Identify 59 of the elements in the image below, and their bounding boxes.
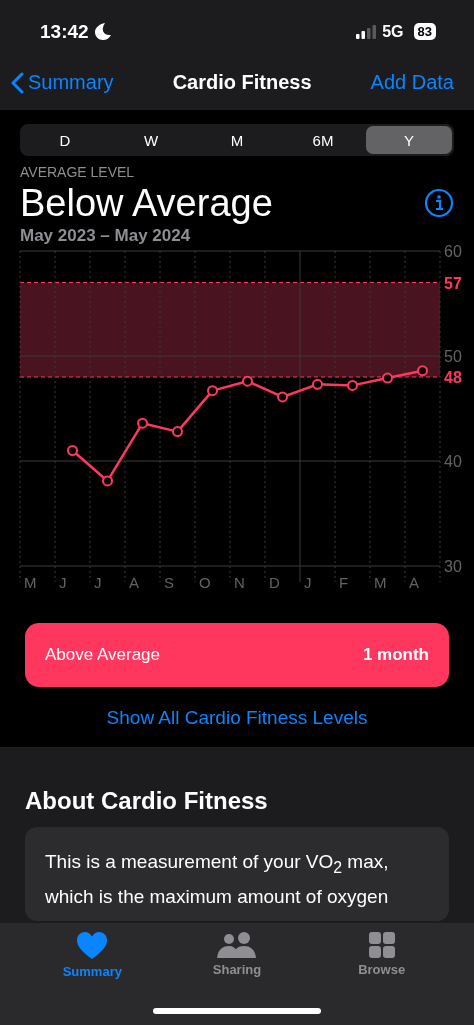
axis-label: 30	[444, 558, 462, 575]
axis-label: D	[269, 574, 280, 590]
data-point	[277, 391, 288, 403]
axis-label: 60	[444, 243, 462, 260]
show-all-link[interactable]: Show All Cardio Fitness Levels	[106, 707, 368, 729]
range-tab[interactable]: Y	[366, 126, 452, 154]
data-point	[347, 379, 358, 391]
axis-label: J	[59, 574, 67, 590]
data-point	[207, 385, 218, 397]
data-point	[242, 375, 253, 387]
summary-caption: AVERAGE LEVEL	[20, 164, 136, 180]
page-title: Cardio Fitness	[172, 71, 312, 94]
data-point	[137, 417, 148, 429]
tab-item[interactable]: Sharing	[182, 931, 292, 989]
axis-label: S	[164, 574, 174, 590]
axis-label: F	[339, 574, 349, 590]
axis-label: M	[24, 574, 37, 590]
info-icon[interactable]	[424, 188, 454, 218]
data-point	[172, 426, 183, 438]
axis-label: 50	[444, 348, 462, 365]
range-tab[interactable]: W	[108, 126, 194, 154]
battery-level: 83	[413, 23, 436, 40]
axis-label: O	[199, 574, 211, 590]
data-point	[417, 365, 428, 377]
chevron-left-icon	[10, 71, 24, 94]
data-point	[67, 445, 78, 456]
back-link[interactable]: Summary	[10, 71, 114, 94]
level-name: Above Average	[45, 645, 160, 665]
axis-label: A	[409, 574, 419, 590]
level-duration: 1 month	[362, 645, 429, 665]
section-title: About Cardio Fitness	[25, 787, 269, 815]
people-icon	[217, 932, 257, 958]
date-range: May 2023 – May 2024	[20, 226, 192, 246]
range-tab[interactable]: 6M	[280, 126, 366, 154]
range-tab[interactable]: M	[194, 126, 280, 154]
axis-label: J	[94, 574, 102, 590]
network-type: 5G	[382, 22, 404, 41]
threshold-label: 48	[444, 369, 462, 386]
axis-label: N	[234, 574, 245, 590]
status-time: 13:42	[40, 20, 89, 43]
add-data-link[interactable]: Add Data	[370, 71, 454, 94]
tab-item[interactable]: Browse	[326, 931, 437, 989]
data-point	[312, 378, 323, 390]
axis-label: J	[304, 574, 312, 590]
tab-item[interactable]: Summary	[37, 931, 148, 989]
range-tab[interactable]: D	[22, 126, 108, 154]
data-point	[382, 372, 393, 384]
moon-icon	[94, 23, 111, 40]
grid-icon	[368, 932, 395, 958]
about-text: This is a measurement of your VO$_{2}$ max, which is the maximum amount of oxygen	[45, 850, 390, 909]
data-point	[102, 475, 113, 487]
axis-label: M	[374, 574, 387, 590]
fitness-level: Below Average	[20, 181, 273, 226]
level-card[interactable]: Above Average 1 month	[25, 623, 449, 687]
threshold-label: 57	[444, 274, 462, 292]
signal-icon	[356, 24, 377, 39]
axis-label: 40	[444, 453, 462, 470]
heart-icon	[77, 932, 108, 960]
axis-label: A	[129, 574, 139, 590]
